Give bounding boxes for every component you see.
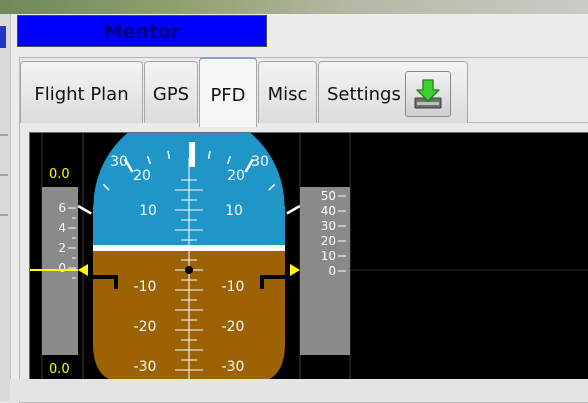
left-tape-bottom-readout: 0.0 <box>49 362 70 377</box>
left-tape-label: 6 <box>58 201 66 215</box>
right-tape-label: 20 <box>321 234 336 248</box>
left-tape-label: 2 <box>58 241 66 255</box>
right-reference-marker <box>290 264 300 276</box>
download-button[interactable] <box>405 71 451 117</box>
bottom-bar <box>10 379 588 401</box>
window-title-bar[interactable]: Mentor <box>17 15 267 47</box>
pitch-label: -20 <box>134 319 157 335</box>
pfd-canvas: 6420 0.0 0.0 10 10-10 -10-20 -20-30 -30 3020… <box>30 133 588 391</box>
pitch-label: 10 <box>139 203 157 219</box>
pitch-label: -30 <box>222 359 245 375</box>
bank-label: 20 <box>227 168 245 184</box>
tab-label: Misc <box>267 84 308 105</box>
left-tape-label: 4 <box>58 221 66 235</box>
left-panel-tick <box>0 214 8 216</box>
tab-pfd[interactable]: PFD <box>199 57 257 127</box>
download-arrow-icon <box>414 79 442 109</box>
left-panel-indicator <box>0 26 6 48</box>
tab-gps[interactable]: GPS <box>144 61 198 123</box>
right-tape-label: 10 <box>321 249 336 263</box>
left-panel-tick <box>0 174 8 176</box>
left-tape-label: 0 <box>58 261 66 275</box>
tab-row-divider <box>468 122 588 123</box>
bank-tick <box>77 204 92 215</box>
pitch-label: 10 <box>225 203 243 219</box>
mentor-window: Mentor Flight Plan GPS PFD Misc Settings <box>10 14 588 403</box>
pfd-display: 6420 0.0 0.0 10 10 -10 -10 -20 -20 -30 -30 30 20… <box>29 132 588 392</box>
bank-label: 30 <box>110 154 128 170</box>
right-tape-label: 30 <box>321 219 336 233</box>
right-tape-label: 40 <box>321 204 336 218</box>
tab-flight-plan[interactable]: Flight Plan <box>20 61 143 123</box>
right-tape-label: 0 <box>328 264 336 278</box>
tab-label: GPS <box>152 84 190 105</box>
window-title: Mentor <box>103 21 181 43</box>
bank-label: 20 <box>133 168 151 184</box>
attitude-indicator: 10 10 -10 -10 -20 -20 -30 -30 <box>93 133 285 382</box>
right-tape-label: 50 <box>321 189 336 203</box>
pitch-label: -10 <box>134 279 157 295</box>
bank-label: 30 <box>251 154 269 170</box>
pitch-label: -20 <box>222 319 245 335</box>
left-panel-tick <box>0 134 8 136</box>
pitch-label: -10 <box>222 279 245 295</box>
bank-pointer <box>189 142 195 167</box>
left-tape-top-readout: 0.0 <box>49 167 70 182</box>
tab-label: PFD <box>210 85 246 106</box>
tab-label: Flight Plan <box>34 84 129 105</box>
tab-label: Settings <box>327 84 401 105</box>
aircraft-center-dot <box>185 266 193 274</box>
tab-misc[interactable]: Misc <box>258 61 317 123</box>
pitch-label: -30 <box>134 359 157 375</box>
bank-tick <box>286 204 301 215</box>
background-map <box>0 0 588 14</box>
